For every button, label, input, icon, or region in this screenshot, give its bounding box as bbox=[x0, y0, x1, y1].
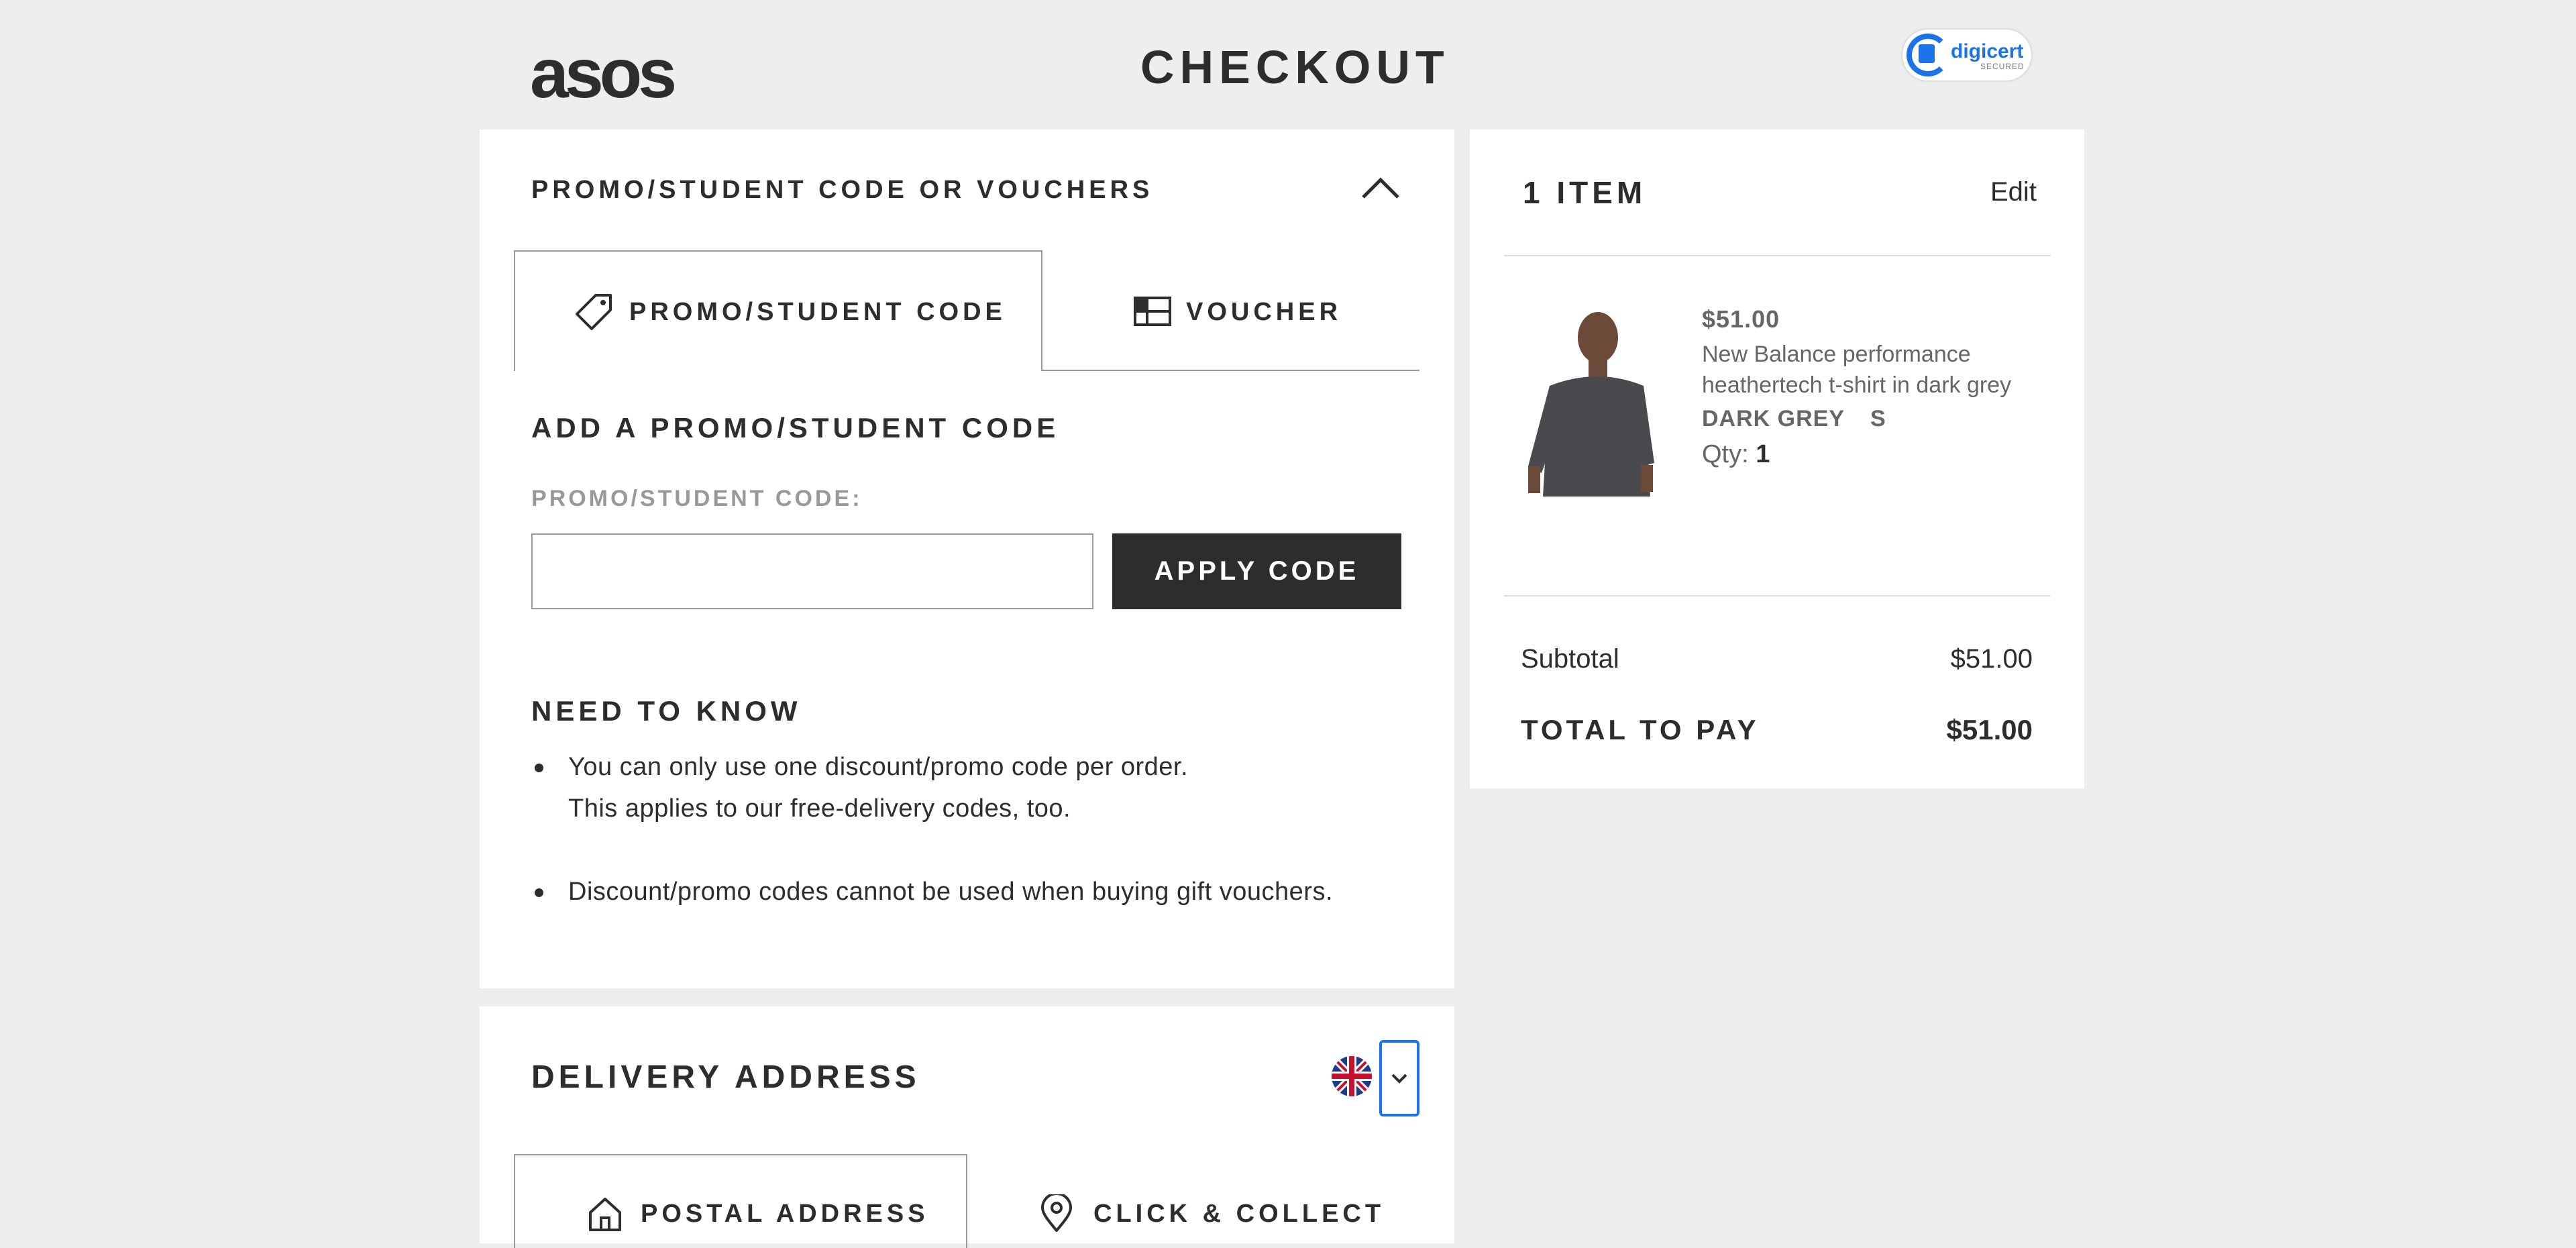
item-name-line-1[interactable]: New Balance performance bbox=[1702, 339, 2051, 370]
subtotal-label: Subtotal bbox=[1521, 644, 1619, 674]
add-code-heading: ADD A PROMO/STUDENT CODE bbox=[531, 412, 1060, 444]
page-title: CHECKOUT bbox=[1140, 41, 1450, 93]
subtotal-value: $51.00 bbox=[1950, 644, 2033, 674]
digicert-sub: SECURED bbox=[1980, 62, 2025, 71]
promo-code-input[interactable] bbox=[531, 533, 1093, 609]
digicert-name: digicert bbox=[1951, 40, 2024, 62]
country-select[interactable] bbox=[1379, 1040, 1419, 1116]
edit-link[interactable]: Edit bbox=[1990, 177, 2037, 207]
tab-postal-label[interactable]: POSTAL ADDRESS bbox=[641, 1200, 929, 1229]
chevron-down-icon bbox=[1391, 1074, 1407, 1084]
delivery-address-heading: DELIVERY ADDRESS bbox=[531, 1059, 920, 1095]
note-1-line-2: This applies to our free-delivery codes,… bbox=[568, 794, 1071, 823]
tab-underline bbox=[1042, 370, 1419, 371]
item-price: $51.00 bbox=[1702, 305, 1780, 333]
apply-code-button[interactable]: APPLY CODE bbox=[1112, 533, 1401, 609]
promo-code-label: PROMO/STUDENT CODE: bbox=[531, 486, 863, 511]
home-icon bbox=[589, 1198, 621, 1231]
total-label: TOTAL TO PAY bbox=[1521, 714, 1760, 745]
note-1-line-1: You can only use one discount/promo code… bbox=[568, 753, 1189, 781]
product-image[interactable] bbox=[1523, 305, 1657, 497]
item-quantity: Qty: 1 bbox=[1702, 440, 1770, 469]
tab-promo-label[interactable]: PROMO/STUDENT CODE bbox=[629, 298, 1006, 327]
bullet bbox=[535, 888, 543, 897]
total-value: $51.00 bbox=[1946, 714, 2033, 745]
item-size: S bbox=[1870, 406, 1886, 431]
uk-flag-icon[interactable] bbox=[1332, 1056, 1372, 1096]
tag-icon bbox=[576, 294, 612, 330]
divider bbox=[1504, 595, 2051, 596]
location-pin-icon bbox=[1040, 1194, 1073, 1232]
asos-logo[interactable]: asos bbox=[530, 39, 677, 109]
need-to-know-heading: NEED TO KNOW bbox=[531, 695, 802, 727]
bullet bbox=[535, 764, 543, 772]
promo-section-heading[interactable]: PROMO/STUDENT CODE OR VOUCHERS bbox=[531, 176, 1153, 205]
chevron-up-icon[interactable] bbox=[1360, 174, 1401, 201]
item-colour: DARK GREY bbox=[1702, 406, 1845, 431]
note-2: Discount/promo codes cannot be used when… bbox=[568, 878, 1333, 906]
qty-value: 1 bbox=[1756, 440, 1770, 468]
tab-click-collect[interactable]: CLICK & COLLECT bbox=[1093, 1200, 1385, 1229]
digicert-badge[interactable]: digicert SECURED bbox=[1902, 30, 2031, 81]
divider bbox=[1504, 255, 2051, 256]
items-count-heading: 1 ITEM bbox=[1523, 175, 1647, 210]
qty-label: Qty: bbox=[1702, 440, 1749, 468]
lock-icon bbox=[1919, 44, 1935, 63]
voucher-icon[interactable] bbox=[1134, 297, 1171, 326]
item-name-line-2[interactable]: heathertech t-shirt in dark grey bbox=[1702, 370, 2051, 401]
tab-voucher[interactable]: VOUCHER bbox=[1186, 298, 1342, 327]
item-name[interactable]: New Balance performance heathertech t-sh… bbox=[1702, 339, 2051, 401]
